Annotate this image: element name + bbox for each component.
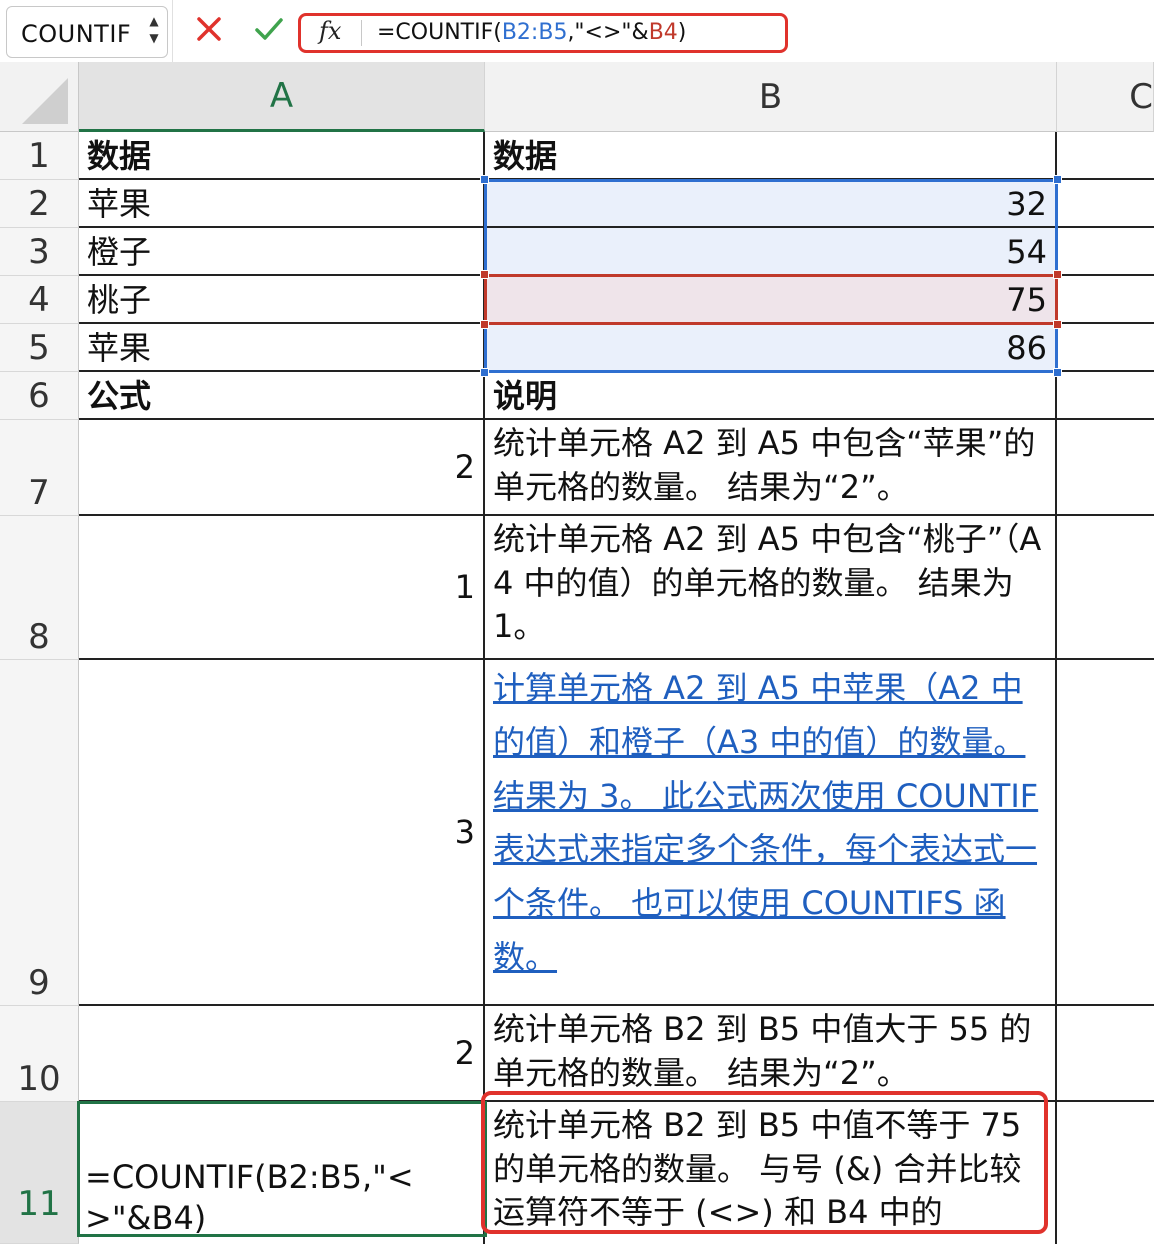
cell-a8[interactable]: 1 (79, 516, 485, 660)
cell-c4[interactable] (1057, 276, 1154, 324)
cell-c6[interactable] (1057, 372, 1154, 420)
formula-ref-range: B2:B5 (501, 20, 568, 45)
cell-b1[interactable]: 数据 (485, 132, 1057, 180)
range-handle-top-right[interactable] (1053, 175, 1062, 184)
cell-b8[interactable]: 统计单元格 A2 到 A5 中包含“桃子”（A4 中的值）的单元格的数量。 结果… (485, 516, 1057, 660)
ref-handle-top-left[interactable] (480, 270, 489, 279)
spreadsheet-app: COUNTIF ▲ ▼ fx =COUNTIF(B2:B5,"<>"&B4) A … (0, 0, 1154, 1244)
formula-input[interactable]: fx =COUNTIF(B2:B5,"<>"&B4) (298, 13, 788, 53)
row-header-8[interactable]: 8 (0, 516, 79, 660)
cell-c11[interactable] (1057, 1102, 1154, 1244)
cell-c5[interactable] (1057, 324, 1154, 372)
cell-b11[interactable]: 统计单元格 B2 到 B5 中值不等于 75 的单元格的数量。 与号 (&) 合… (485, 1102, 1057, 1244)
column-header-c[interactable]: C (1057, 62, 1154, 132)
name-box[interactable]: COUNTIF ▲ ▼ (6, 6, 168, 58)
cell-a11-editing[interactable]: =COUNTIF(B2:B5,"<>"&B4) (79, 1102, 485, 1244)
cell-b9-link[interactable]: 计算单元格 A2 到 A5 中苹果（A2 中的值）和橙子（A3 中的值）的数量。… (485, 660, 1057, 1006)
worksheet-grid: A B C 1 2 3 4 5 6 7 8 9 10 11 数据 数据 苹果 3… (0, 62, 1154, 1244)
cell-c3[interactable] (1057, 228, 1154, 276)
row-header-10[interactable]: 10 (0, 1006, 79, 1102)
row-header-2[interactable]: 2 (0, 180, 79, 228)
cancel-formula-icon[interactable] (196, 14, 222, 44)
cell-c1[interactable] (1057, 132, 1154, 180)
ref-handle-bottom-left[interactable] (480, 320, 489, 329)
select-all-corner[interactable] (0, 62, 79, 132)
cell-c8[interactable] (1057, 516, 1154, 660)
row-header-9[interactable]: 9 (0, 660, 79, 1006)
formula-suffix: ) (677, 20, 687, 45)
cell-b6[interactable]: 说明 (485, 372, 1057, 420)
range-handle-bottom-right[interactable] (1053, 368, 1062, 377)
cell-b10[interactable]: 统计单元格 B2 到 B5 中值大于 55 的单元格的数量。 结果为“2”。 (485, 1006, 1057, 1102)
ref-handle-top-right[interactable] (1053, 270, 1062, 279)
cell-a10[interactable]: 2 (79, 1006, 485, 1102)
cell-b7[interactable]: 统计单元格 A2 到 A5 中包含“苹果”的单元格的数量。 结果为“2”。 (485, 420, 1057, 516)
cell-c2[interactable] (1057, 180, 1154, 228)
cell-a3[interactable]: 橙子 (79, 228, 485, 276)
formula-ref-cell: B4 (648, 20, 678, 45)
cell-b3[interactable]: 54 (485, 228, 1057, 276)
column-header-a[interactable]: A (79, 62, 485, 132)
column-header-b[interactable]: B (485, 62, 1057, 132)
range-handle-top-left[interactable] (480, 175, 489, 184)
row-header-5[interactable]: 5 (0, 324, 79, 372)
range-handle-bottom-left[interactable] (480, 368, 489, 377)
cell-a5[interactable]: 苹果 (79, 324, 485, 372)
cell-a7[interactable]: 2 (79, 420, 485, 516)
row-header-6[interactable]: 6 (0, 372, 79, 420)
cell-a4[interactable]: 桃子 (79, 276, 485, 324)
row-header-7[interactable]: 7 (0, 420, 79, 516)
ref-handle-bottom-right[interactable] (1053, 320, 1062, 329)
select-all-triangle-icon (22, 78, 68, 124)
cell-b5[interactable]: 86 (485, 324, 1057, 372)
fx-icon[interactable]: fx (319, 17, 341, 45)
row-header-3[interactable]: 3 (0, 228, 79, 276)
row-header-4[interactable]: 4 (0, 276, 79, 324)
cell-b2[interactable]: 32 (485, 180, 1057, 228)
cell-b4[interactable]: 75 (485, 276, 1057, 324)
row-header-11[interactable]: 11 (0, 1102, 79, 1244)
formula-middle: ,"<>"& (567, 20, 649, 45)
cell-a6[interactable]: 公式 (79, 372, 485, 420)
cell-a9[interactable]: 3 (79, 660, 485, 1006)
cell-c10[interactable] (1057, 1006, 1154, 1102)
formula-bar-divider (172, 0, 173, 62)
cell-c7[interactable] (1057, 420, 1154, 516)
fx-separator (361, 20, 362, 46)
formula-text: =COUNTIF(B2:B5,"<>"&B4) (377, 20, 686, 45)
row-header-1[interactable]: 1 (0, 132, 79, 180)
name-box-value: COUNTIF (21, 20, 132, 48)
cell-a2[interactable]: 苹果 (79, 180, 485, 228)
cell-c9[interactable] (1057, 660, 1154, 1006)
enter-formula-icon[interactable] (254, 14, 284, 44)
formula-bar: COUNTIF ▲ ▼ fx =COUNTIF(B2:B5,"<>"&B4) (0, 0, 1154, 63)
formula-prefix: =COUNTIF( (377, 20, 502, 45)
name-box-stepper-icon[interactable]: ▲ ▼ (147, 13, 161, 49)
cell-a1[interactable]: 数据 (79, 132, 485, 180)
